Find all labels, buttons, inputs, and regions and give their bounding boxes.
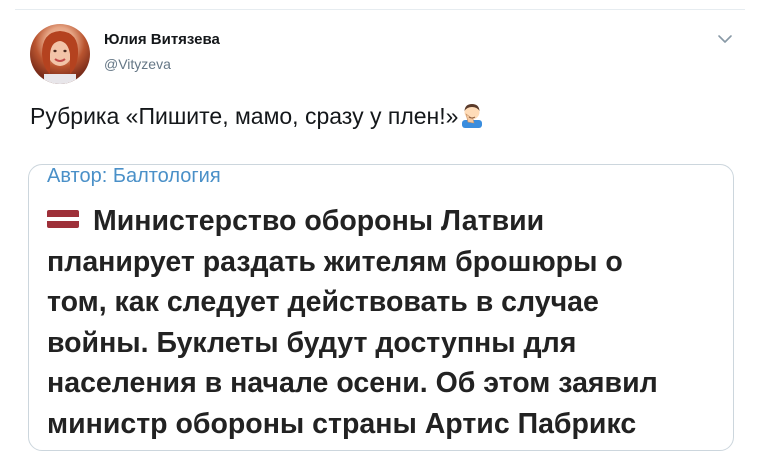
divider — [15, 9, 745, 10]
card-source[interactable]: Автор: Балтология — [47, 165, 221, 188]
card-line: министр обороны страны Артис Пабрикс — [47, 407, 637, 440]
link-card[interactable]: Автор: Балтология Министерство обороны Л… — [28, 164, 734, 451]
avatar[interactable] — [30, 24, 90, 84]
card-line-text: Министерство обороны Латвии — [93, 205, 545, 237]
man-facepalming-icon — [460, 102, 484, 134]
latvia-flag-icon — [47, 210, 79, 228]
card-line: Министерство обороны Латвии — [47, 201, 727, 242]
tweet: Юлия Витязева @Vityzeva Рубрика «Пишите,… — [0, 0, 760, 461]
card-line: том, как следует действовать в случае — [47, 286, 599, 318]
card-line: планирует раздать жителям брошюры о — [47, 245, 623, 278]
card-line: войны. Буклеты будут доступны для — [47, 326, 577, 359]
card-body: Министерство обороны Латвии планирует ра… — [47, 201, 727, 444]
card-line: населения в начале осени. Об этом заявил — [47, 367, 658, 399]
author-handle[interactable]: @Vityzeva — [104, 56, 171, 72]
author-name[interactable]: Юлия Витязева — [104, 31, 220, 48]
tweet-text-content: Рубрика «Пишите, мамо, сразу у плен!» — [30, 103, 459, 129]
avatar-image — [42, 31, 79, 84]
tweet-text: Рубрика «Пишите, мамо, сразу у плен!» — [30, 102, 484, 134]
chevron-down-icon[interactable] — [716, 30, 734, 48]
